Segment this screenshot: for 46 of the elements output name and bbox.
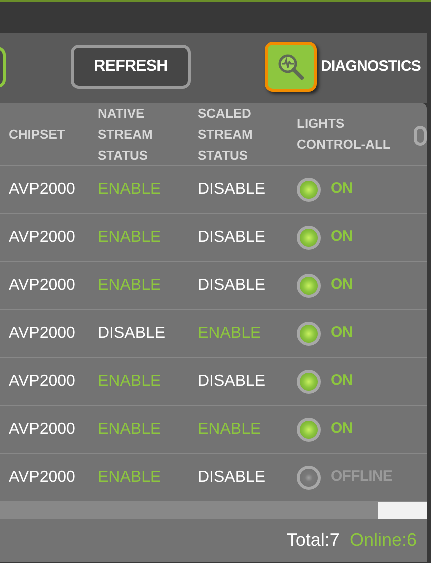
status-cell: ENABLE <box>198 420 262 438</box>
column-header: LIGHTS CONTROL-ALL <box>297 115 392 154</box>
light-toggle[interactable] <box>297 466 321 490</box>
table-cell: AVP2000 <box>9 420 76 438</box>
light-status: ON <box>331 227 353 248</box>
status-cell: ENABLE <box>98 228 162 246</box>
light-toggle[interactable] <box>297 370 321 394</box>
scrollbar-thumb[interactable] <box>378 502 427 519</box>
status-cell: ENABLE <box>98 276 162 294</box>
status-cell: DISABLE <box>198 180 266 198</box>
table-cell: AVP2000 <box>9 276 76 294</box>
status-cell: DISABLE <box>98 324 166 342</box>
status-cell: DISABLE <box>198 372 266 390</box>
light-toggle[interactable] <box>297 322 321 346</box>
light-toggle[interactable] <box>297 226 321 250</box>
column-header: CHIPSET <box>9 126 66 144</box>
light-status: ON <box>331 371 353 392</box>
table-cell: AVP2000 <box>9 468 76 486</box>
light-toggle[interactable] <box>297 178 321 202</box>
status-cell: DISABLE <box>198 276 266 294</box>
light-status: ON <box>331 323 353 344</box>
magnifier-icon <box>277 53 305 81</box>
table-cell: AVP2000 <box>9 180 76 198</box>
diagnostics-label[interactable]: DIAGNOSTICS <box>321 56 422 78</box>
table-cell: AVP2000 <box>9 372 76 390</box>
refresh-button[interactable]: REFRESH <box>71 45 191 89</box>
light-toggle[interactable] <box>297 274 321 298</box>
table-cell: AVP2000 <box>9 324 76 342</box>
status-cell: DISABLE <box>198 228 266 246</box>
column-header: SCALED STREAM STATUS <box>198 104 254 164</box>
toggle-all-switch[interactable] <box>414 126 427 146</box>
light-status: ON <box>331 179 353 200</box>
status-cell: ENABLE <box>98 372 162 390</box>
status-cell: ENABLE <box>98 180 162 198</box>
online-count: Online:6 <box>350 529 417 552</box>
status-cell: ENABLE <box>98 468 162 486</box>
status-cell: DISABLE <box>198 468 266 486</box>
light-status: ON <box>331 275 353 296</box>
total-count: Total:7 <box>286 529 340 552</box>
diagnostics-button[interactable] <box>265 42 317 92</box>
column-header: NATIVE STREAM STATUS <box>98 104 154 164</box>
status-cell: ENABLE <box>98 420 162 438</box>
light-toggle[interactable] <box>297 418 321 442</box>
light-status: ON <box>331 419 353 440</box>
status-cell: ENABLE <box>198 324 262 342</box>
table-cell: AVP2000 <box>9 228 76 246</box>
